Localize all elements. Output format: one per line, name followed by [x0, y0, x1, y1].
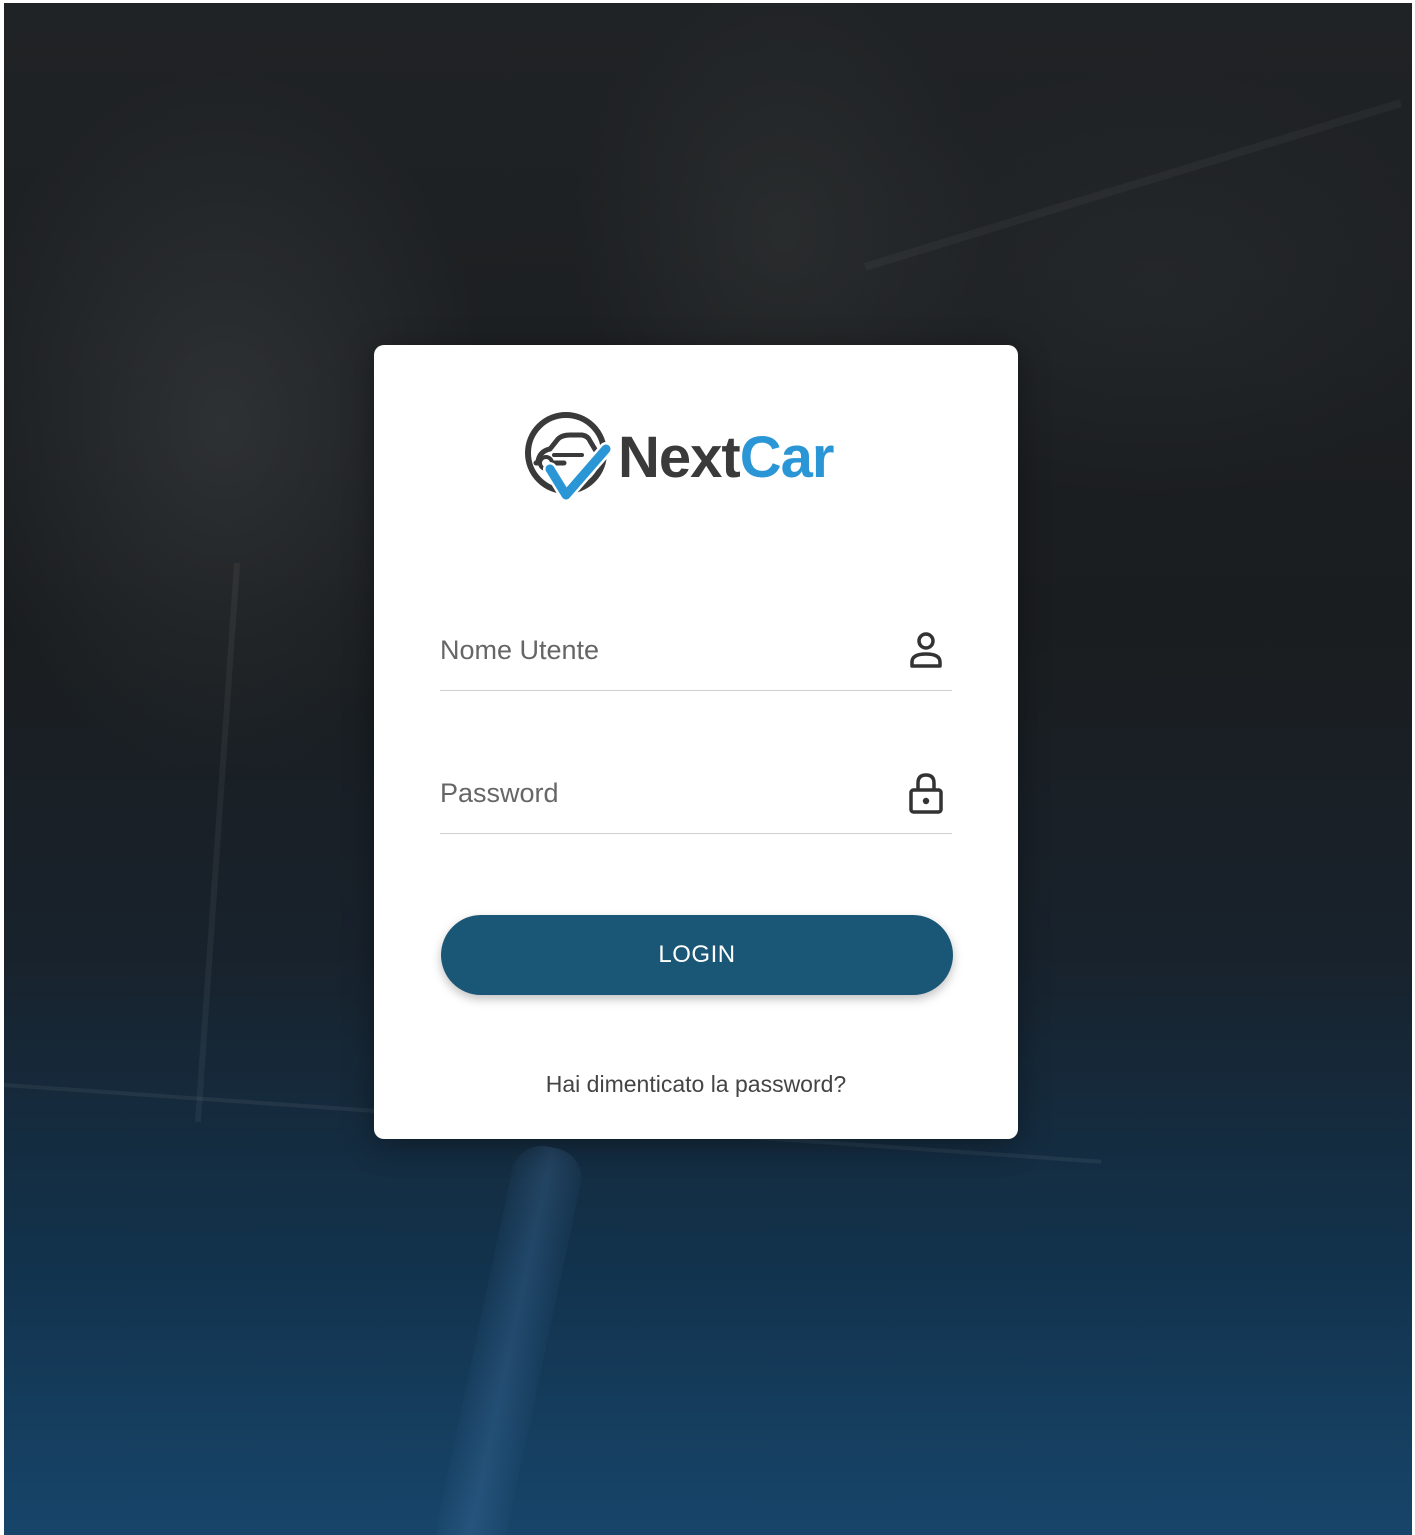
login-button[interactable]: LOGIN	[441, 915, 953, 995]
login-card: NextCar LOGIN Hai dimenticato la passwor…	[374, 345, 1018, 1139]
brand-name-part1: Next	[618, 425, 741, 490]
username-field	[440, 620, 952, 691]
background-photo: NextCar LOGIN Hai dimenticato la passwor…	[4, 3, 1412, 1535]
brand-name: NextCar	[618, 423, 835, 493]
password-field	[440, 763, 952, 834]
brand-name-part2: Car	[739, 425, 835, 490]
lock-icon	[909, 773, 943, 814]
car-check-logo-icon	[525, 412, 613, 502]
background-hose	[431, 1140, 587, 1535]
password-input[interactable]	[440, 763, 880, 823]
background-streak	[194, 563, 240, 1123]
nextcar-logo: NextCar	[524, 411, 874, 511]
forgot-password-link[interactable]: Hai dimenticato la password?	[374, 1071, 1018, 1098]
username-input[interactable]	[440, 620, 880, 680]
background-streak	[864, 99, 1402, 271]
user-icon	[910, 632, 942, 668]
